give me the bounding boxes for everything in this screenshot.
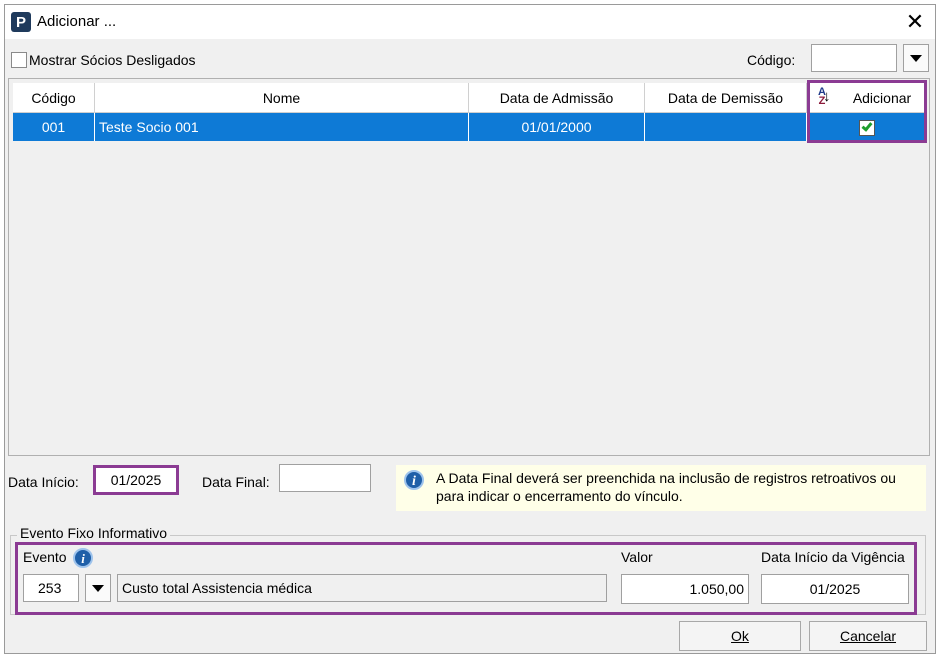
app-logo-icon: P <box>11 12 31 32</box>
cell-nome[interactable]: Teste Socio 001 <box>95 113 469 141</box>
cell-codigo[interactable]: 001 <box>13 113 95 141</box>
start-date-input[interactable]: 01/2025 <box>93 465 179 495</box>
event-group-title: Evento Fixo Informativo <box>17 525 171 541</box>
show-dismissed-label: Mostrar Sócios Desligados <box>29 52 196 68</box>
info-note-text: A Data Final deverá ser preenchida na in… <box>436 470 896 504</box>
table-row[interactable]: 001 Teste Socio 001 01/01/2000 <box>13 113 927 141</box>
chevron-down-icon <box>910 54 922 62</box>
code-filter-input[interactable] <box>811 44 897 72</box>
partners-grid[interactable]: Código Nome Data de Admissão Data de Dem… <box>8 78 930 456</box>
ok-button[interactable]: Ok <box>679 621 801 651</box>
value-input[interactable]: 1.050,00 <box>621 574 749 604</box>
column-header-nome[interactable]: Nome <box>95 83 469 113</box>
end-date-input[interactable] <box>279 464 371 492</box>
title-bar: P Adicionar ... ✕ <box>5 5 935 39</box>
cell-admissao[interactable]: 01/01/2000 <box>469 113 645 141</box>
cancel-button[interactable]: Cancelar <box>809 621 927 651</box>
cell-demissao[interactable] <box>645 113 807 141</box>
code-dropdown-button[interactable] <box>903 44 929 72</box>
grid-header: Código Nome Data de Admissão Data de Dem… <box>13 83 927 113</box>
close-icon[interactable]: ✕ <box>901 8 929 36</box>
chevron-down-icon <box>92 584 104 592</box>
event-dropdown-button[interactable] <box>85 574 111 602</box>
show-dismissed-checkbox[interactable] <box>11 52 27 68</box>
validity-start-input[interactable]: 01/2025 <box>761 574 909 604</box>
event-label: Evento <box>23 549 67 565</box>
window-title: Adicionar ... <box>37 13 117 30</box>
column-header-admissao[interactable]: Data de Admissão <box>469 83 645 113</box>
end-date-label: Data Final: <box>202 474 270 490</box>
code-filter-label: Código: <box>747 52 796 68</box>
column-header-demissao[interactable]: Data de Demissão <box>645 83 807 113</box>
event-info-icon[interactable]: i <box>73 548 93 568</box>
dialog-window: P Adicionar ... ✕ Mostrar Sócios Desliga… <box>4 4 936 654</box>
value-label: Valor <box>621 549 653 565</box>
event-description-field: Custo total Assistencia médica <box>117 574 607 602</box>
info-icon: i <box>404 470 424 490</box>
info-note: i A Data Final deverá ser preenchida na … <box>396 465 926 511</box>
event-code-input[interactable]: 253 <box>23 574 79 602</box>
start-date-label: Data Início: <box>8 474 79 490</box>
column-header-codigo[interactable]: Código <box>13 83 95 113</box>
highlight-adicionar-column <box>807 80 927 143</box>
validity-start-label: Data Início da Vigência <box>761 549 905 565</box>
